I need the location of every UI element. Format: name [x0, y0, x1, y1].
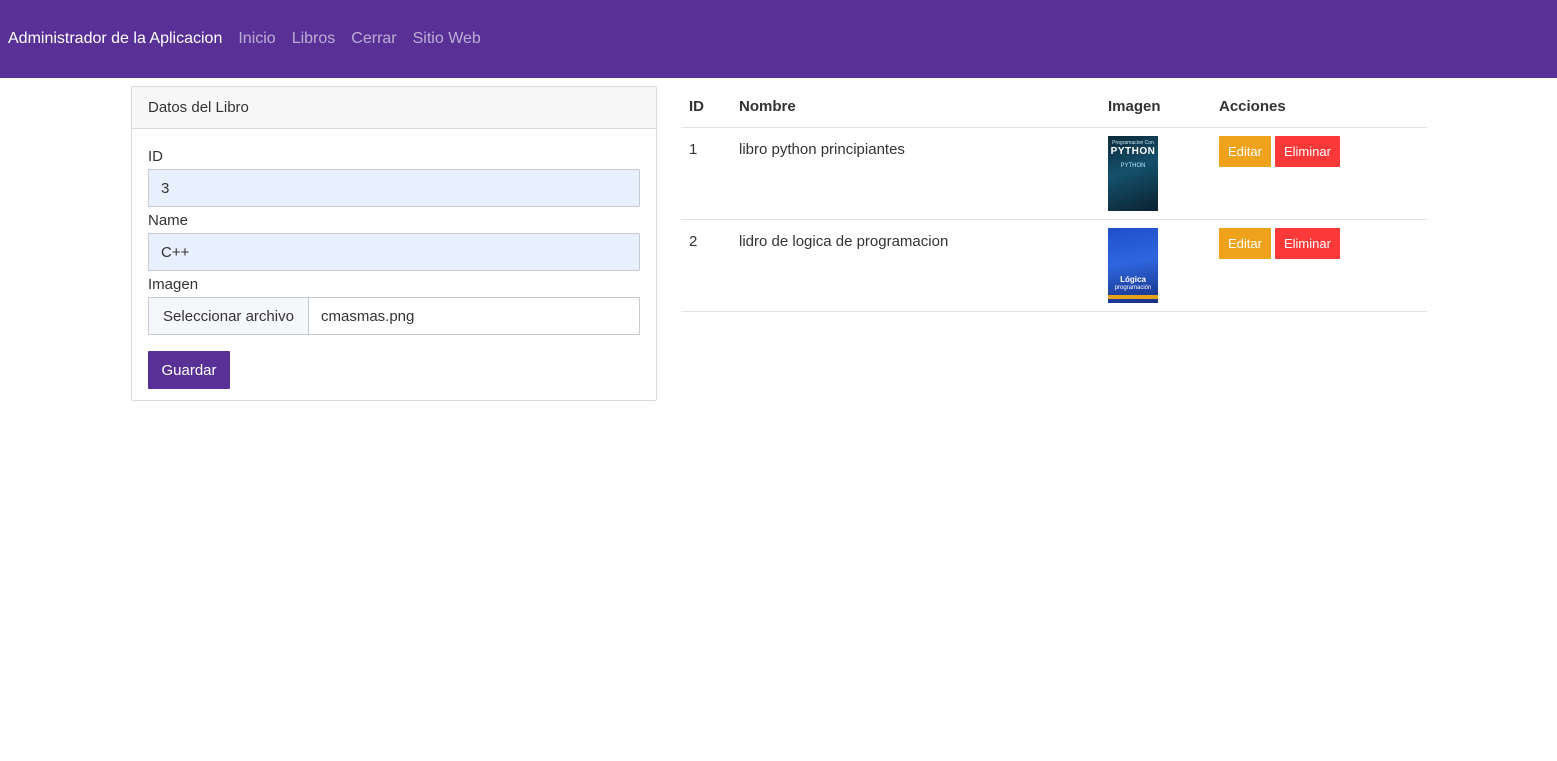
nav-link-libros[interactable]: Libros: [292, 30, 336, 48]
cover-stripe: [1108, 294, 1158, 299]
edit-button[interactable]: Editar: [1219, 135, 1271, 167]
nav-link-inicio[interactable]: Inicio: [238, 30, 275, 48]
save-button[interactable]: Guardar: [148, 351, 230, 389]
book-cover-image: Lógica programación: [1108, 227, 1158, 303]
book-actions-cell: Editar Eliminar: [1211, 127, 1427, 220]
delete-button[interactable]: Eliminar: [1274, 227, 1340, 259]
image-file-input[interactable]: Seleccionar archivo cmasmas.png: [148, 297, 640, 335]
select-file-button[interactable]: Seleccionar archivo: [149, 298, 309, 334]
column-header-id: ID: [681, 86, 731, 128]
edit-button[interactable]: Editar: [1219, 227, 1271, 259]
books-table: ID Nombre Imagen Acciones 1 libro python…: [681, 86, 1427, 312]
image-label: Imagen: [148, 276, 199, 293]
card-body: ID Name Imagen Seleccionar archivo cmasm…: [132, 129, 656, 389]
id-label: ID: [148, 148, 163, 165]
book-form-card: Datos del Libro ID Name Imagen Seleccion…: [131, 86, 657, 401]
book-name-cell: libro python principiantes: [731, 127, 1100, 220]
column-header-nombre: Nombre: [731, 86, 1100, 128]
table-row: 1 libro python principiantes Programacio…: [681, 127, 1427, 220]
cover-bottom-text: PYTHON: [1120, 162, 1146, 169]
top-navbar: Administrador de la Aplicacion Inicio Li…: [0, 0, 1557, 78]
delete-button[interactable]: Eliminar: [1274, 135, 1340, 167]
cover-title-text: PYTHON: [1110, 145, 1156, 157]
column-header-acciones: Acciones: [1211, 86, 1427, 128]
book-image-cell: Lógica programación: [1100, 219, 1211, 312]
book-actions-cell: Editar Eliminar: [1211, 219, 1427, 312]
table-header-row: ID Nombre Imagen Acciones: [681, 86, 1427, 128]
book-id-cell: 1: [681, 127, 731, 220]
book-name-cell: lidro de logica de programacion: [731, 219, 1100, 312]
table-row: 2 lidro de logica de programacion Lógica…: [681, 219, 1427, 312]
id-input[interactable]: [148, 169, 640, 207]
book-id-cell: 2: [681, 219, 731, 312]
card-header: Datos del Libro: [132, 87, 656, 129]
column-header-imagen: Imagen: [1100, 86, 1211, 128]
name-input[interactable]: [148, 233, 640, 271]
cover-title-text: Lógica: [1120, 274, 1146, 284]
name-label: Name: [148, 212, 189, 229]
nav-link-cerrar[interactable]: Cerrar: [351, 30, 396, 48]
book-image-cell: Programacion Con PYTHON PYTHON: [1100, 127, 1211, 220]
cover-subtitle-text: programación: [1114, 284, 1152, 291]
selected-file-name: cmasmas.png: [321, 307, 415, 325]
book-cover-image: Programacion Con PYTHON PYTHON: [1108, 135, 1158, 211]
navbar-brand[interactable]: Administrador de la Aplicacion: [8, 30, 222, 48]
nav-link-sitio-web[interactable]: Sitio Web: [413, 30, 481, 48]
